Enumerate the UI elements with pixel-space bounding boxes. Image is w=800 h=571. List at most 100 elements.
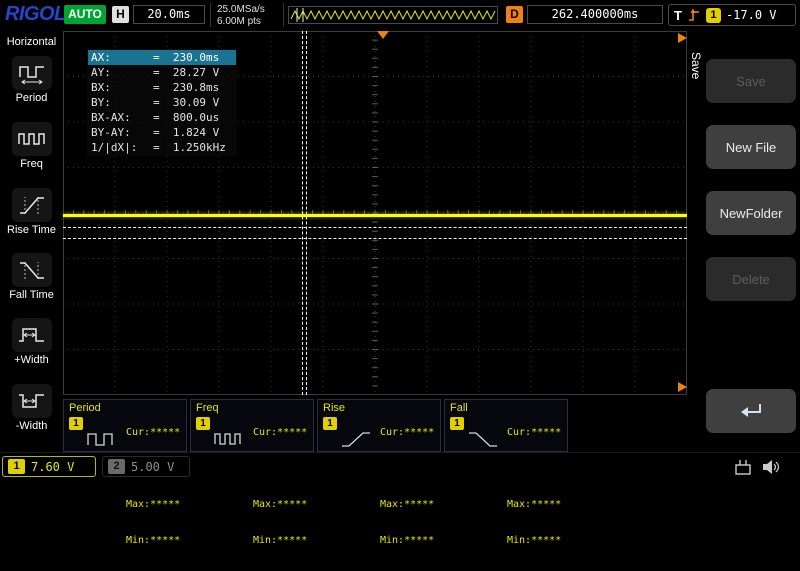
measurement-max: Max:***** [126, 499, 180, 511]
sidebar-item-plus-width[interactable]: +Width [0, 318, 63, 366]
freq-icon [213, 429, 245, 449]
memory-waveform-preview [288, 6, 498, 24]
cursor-row: BY-AY:= 1.824 V [88, 125, 236, 140]
period-icon [17, 60, 47, 86]
cursor-ay-line [63, 227, 687, 228]
sidebar-item-label: +Width [0, 354, 63, 366]
sidebar-item-label: Period [0, 92, 63, 104]
trigger-slope-icon [687, 7, 701, 23]
trigger-label: T [674, 8, 682, 23]
cursor-row: BY:= 30.09 V [88, 95, 236, 110]
cursor-by-line [63, 238, 687, 239]
cursor-row: 1/|dX|:= 1.250kHz [88, 140, 236, 155]
channel2-badge: 2 [108, 459, 125, 474]
measurement-channel-badge: 1 [450, 417, 464, 430]
sidebar-item-label: -Width [0, 420, 63, 432]
timebase-value: 20.0ms [133, 5, 205, 24]
menu-title-save: Save [689, 52, 703, 79]
memory-depth: 6.00M pts [217, 16, 261, 27]
channel2-status[interactable]: 2 5.00 V [102, 456, 190, 477]
plus-width-icon [17, 322, 47, 348]
new-file-button[interactable]: New File [706, 125, 796, 169]
measurement-max: Max:***** [253, 499, 307, 511]
cursor-bx-line [306, 31, 307, 395]
fall-icon [467, 429, 499, 449]
trigger-source-badge: 1 [706, 8, 721, 23]
period-icon [86, 429, 118, 449]
sidebar-item-minus-width[interactable]: -Width [0, 384, 63, 432]
speaker-icon [760, 457, 782, 477]
sidebar-item-rise-time[interactable]: Rise Time [0, 188, 63, 236]
cursor-row: BX:= 230.8ms [88, 80, 236, 95]
horizontal-badge: H [112, 6, 129, 23]
measurement-panel-rise[interactable]: Rise 1 Cur:***** Avg:***** Max:***** Min… [317, 399, 441, 452]
trigger-status-group: T 1 -17.0 V [668, 4, 796, 26]
cursor-readout-panel: AX:= 230.0ms AY:= 28.27 V BX:= 230.8ms B… [87, 49, 237, 156]
trigger-level-value: -17.0 V [726, 8, 777, 22]
cursor-row: AX:= 230.0ms [88, 50, 236, 65]
delay-badge: D [506, 6, 523, 23]
measurement-panel-fall[interactable]: Fall 1 Cur:***** Avg:***** Max:***** Min… [444, 399, 568, 452]
cursor-row: AY:= 28.27 V [88, 65, 236, 80]
measurement-max: Max:***** [380, 499, 434, 511]
measurement-channel-badge: 1 [323, 417, 337, 430]
measurement-cur: Cur:***** [253, 427, 307, 439]
left-menu-title: Horizontal [0, 30, 63, 48]
measurement-panel-freq[interactable]: Freq 1 Cur:***** Avg:***** Max:***** Min… [190, 399, 314, 452]
cursor-ax-line [302, 31, 303, 395]
delete-button[interactable]: Delete [706, 257, 796, 301]
left-function-menu: Horizontal Period Freq Rise Time [0, 30, 63, 452]
measurement-name: Freq [196, 402, 219, 414]
save-button[interactable]: Save [706, 59, 796, 103]
measurement-max: Max:***** [507, 499, 561, 511]
usb-icon [732, 457, 754, 477]
rise-time-icon [17, 192, 47, 218]
measurement-cur: Cur:***** [380, 427, 434, 439]
graticule: AX:= 230.0ms AY:= 28.27 V BX:= 230.8ms B… [63, 31, 687, 395]
offscreen-arrow-top [678, 33, 687, 43]
channel1-status[interactable]: 1 7.60 V [2, 456, 96, 477]
channel1-badge: 1 [8, 459, 25, 474]
measurement-cur: Cur:***** [507, 427, 561, 439]
delay-value: 262.400000ms [527, 5, 663, 24]
fall-time-icon [17, 257, 47, 283]
back-button[interactable] [706, 389, 796, 433]
measurement-panel-period[interactable]: Period 1 Cur:***** Avg:***** Max:***** M… [63, 399, 187, 452]
sidebar-item-freq[interactable]: Freq [0, 122, 63, 170]
sidebar-item-period[interactable]: Period [0, 56, 63, 104]
rise-icon [340, 429, 372, 449]
channel2-scale: 5.00 V [131, 460, 174, 474]
measurement-cur: Cur:***** [126, 427, 180, 439]
measurement-name: Rise [323, 402, 345, 414]
measurement-min: Min:***** [253, 535, 307, 547]
enter-return-icon [737, 401, 765, 421]
measurement-min: Min:***** [380, 535, 434, 547]
measurement-name: Period [69, 402, 101, 414]
sidebar-item-fall-time[interactable]: Fall Time [0, 253, 63, 301]
measurement-channel-badge: 1 [196, 417, 210, 430]
measurement-name: Fall [450, 402, 468, 414]
measurement-min: Min:***** [507, 535, 561, 547]
trigger-position-marker [377, 31, 389, 39]
divider [210, 3, 211, 27]
freq-icon [17, 126, 47, 152]
measurement-min: Min:***** [126, 535, 180, 547]
sidebar-item-label: Rise Time [0, 224, 63, 236]
ch1-trace [63, 214, 687, 217]
oscilloscope-screen: RIGOL AUTO H 20.0ms 25.0MSa/s 6.00M pts … [0, 0, 800, 480]
sidebar-item-label: Fall Time [0, 289, 63, 301]
offscreen-arrow-bottom [678, 382, 687, 392]
rigol-logo: RIGOL [5, 3, 66, 26]
measurement-channel-badge: 1 [69, 417, 83, 430]
cursor-row: BX-AX:= 800.0us [88, 110, 236, 125]
minus-width-icon [17, 388, 47, 414]
preview-waveform-icon [289, 7, 497, 23]
new-folder-button[interactable]: NewFolder [706, 191, 796, 235]
sidebar-item-label: Freq [0, 158, 63, 170]
channel1-scale: 7.60 V [31, 460, 74, 474]
divider [283, 3, 284, 27]
sample-rate: 25.0MSa/s [217, 4, 265, 15]
bottom-status-bar: 1 7.60 V 2 5.00 V [0, 452, 800, 480]
top-status-bar: RIGOL AUTO H 20.0ms 25.0MSa/s 6.00M pts … [0, 0, 800, 30]
run-status-badge: AUTO [64, 5, 106, 24]
